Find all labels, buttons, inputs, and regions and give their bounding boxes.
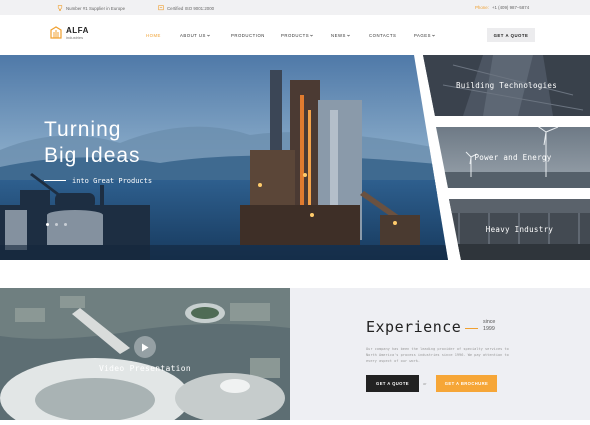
hero-title-line-1: Turning [44,118,122,141]
card-label: Heavy Industry [485,225,554,234]
get-brochure-button[interactable]: GET A BROCHURE [436,375,497,392]
experience-since: since 1999 [483,319,495,333]
slider-dot[interactable] [46,223,49,226]
certified-info: Certified ISO 9001:2000 [158,5,214,11]
hero-subtitle: into Great Products [72,177,153,185]
slider-dots [46,223,67,226]
nav-pages[interactable]: PAGES [414,33,435,38]
play-icon [142,343,149,351]
certificate-icon [158,5,164,11]
nav-news[interactable]: NEWS [331,33,350,38]
card-power-and-energy[interactable]: Power and Energy [436,127,590,188]
video-label: Video Presentation [98,364,192,373]
since-label: since [483,319,496,325]
top-bar: Number #1 Supplier in Europe Certified I… [0,0,590,15]
get-quote-button[interactable]: GET A QUOTE [366,375,419,392]
play-button[interactable] [134,336,156,358]
slider-dot[interactable] [55,223,58,226]
chevron-down-icon [432,35,435,37]
hero-divider [44,180,66,181]
experience-text: Our company has been the leading provide… [366,347,509,363]
supplier-info: Number #1 Supplier in Europe [57,5,125,11]
hero-title-line-2: Big Ideas [44,144,141,167]
experience-title: Experience [366,318,462,336]
nav-home[interactable]: HOME [146,33,161,38]
phone-label: Phone: [475,5,489,10]
slider-dot[interactable] [64,223,67,226]
logo-name: ALFA [66,25,89,35]
nav-contacts[interactable]: CONTACTS [369,33,396,38]
card-label: Power and Energy [474,153,552,162]
chevron-down-icon [310,35,313,37]
experience-section: Experience since 1999 Our company has be… [290,288,590,420]
video-presentation[interactable]: Video Presentation [0,288,290,420]
chevron-down-icon [207,35,210,37]
nav-products[interactable]: PRODUCTS [281,33,313,38]
certified-text: Certified ISO 9001:2000 [167,5,215,11]
card-building-technologies[interactable]: Building Technologies [423,55,590,116]
experience-divider [465,328,478,329]
or-text: or [423,381,427,386]
logo-subtitle: industries [66,34,84,40]
logo[interactable]: ALFA industries [50,26,89,40]
hero-slider[interactable]: Turning Big Ideas into Great Products [0,55,448,260]
logo-icon [50,26,62,39]
supplier-text: Number #1 Supplier in Europe [66,5,126,11]
get-quote-button[interactable]: GET A QUOTE [487,28,535,42]
nav-about-us[interactable]: ABOUT US [180,33,210,38]
card-label: Building Technologies [455,81,558,90]
phone-info[interactable]: Phone: +1 (409) 987–5874 [475,5,529,10]
phone-number[interactable]: +1 (409) 987–5874 [492,5,529,10]
trophy-icon [57,5,63,11]
card-heavy-industry[interactable]: Heavy Industry [449,199,590,260]
nav-production[interactable]: PRODUCTION [231,33,265,38]
hero-title: Turning Big Ideas [44,117,141,169]
main-header: ALFA industries HOME ABOUT US PRODUCTION… [0,15,590,55]
chevron-down-icon [347,35,350,37]
since-year: 1999 [483,326,495,332]
